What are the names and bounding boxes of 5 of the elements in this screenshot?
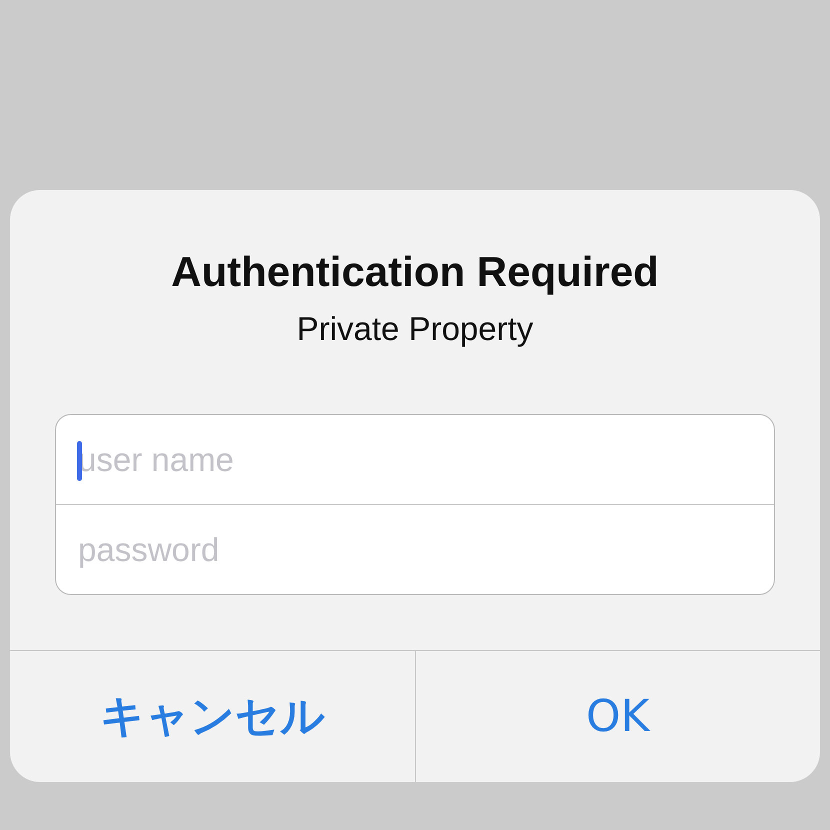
password-field[interactable]: password: [78, 530, 752, 568]
cancel-button[interactable]: キャンセル: [10, 651, 414, 782]
dialog-message: Private Property: [296, 310, 534, 348]
ok-button[interactable]: OK: [414, 651, 820, 782]
dialog-title: Authentication Required: [171, 248, 659, 296]
